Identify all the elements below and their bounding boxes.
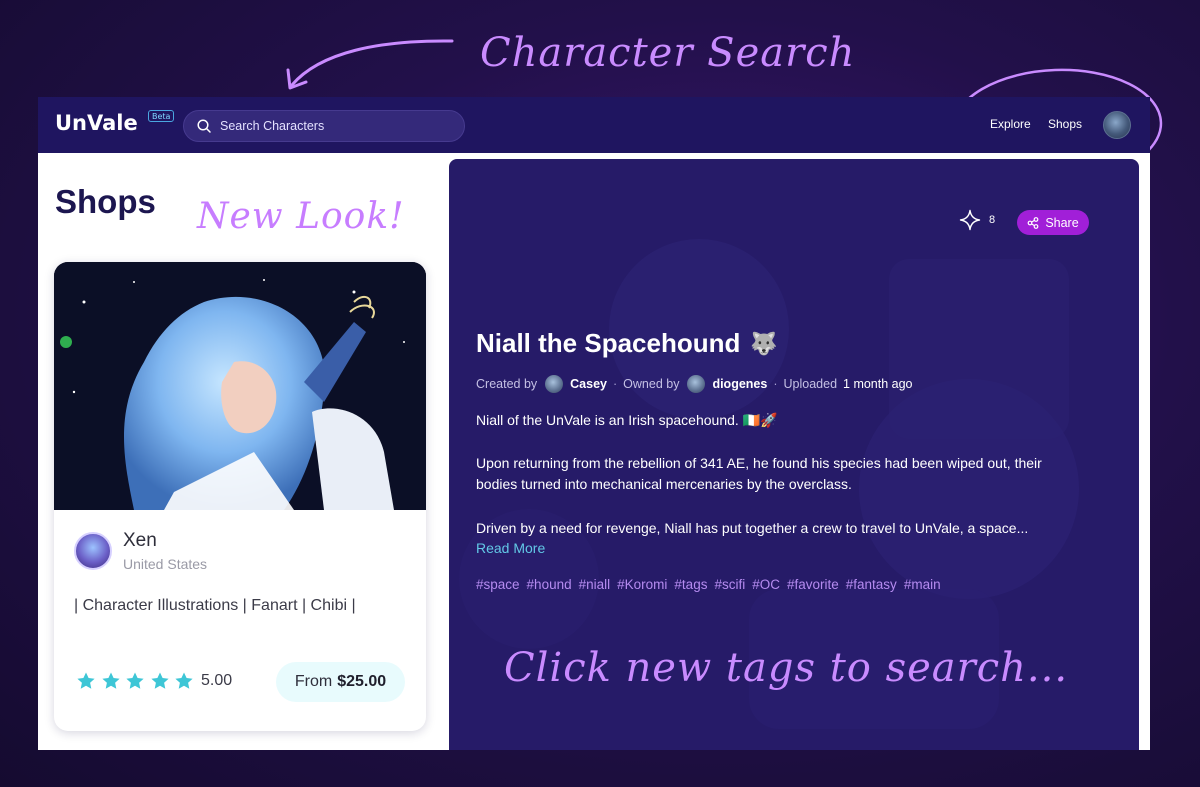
shop-artwork-image: [54, 262, 426, 510]
description-paragraph-3: Driven by a need for revenge, Niall has …: [476, 520, 1029, 536]
share-label: Share: [1045, 215, 1079, 230]
price-pill[interactable]: From $25.00: [276, 662, 405, 702]
shop-owner-location: United States: [123, 556, 208, 572]
user-avatar[interactable]: [1103, 111, 1131, 139]
unvale-logo[interactable]: UnVale: [55, 111, 138, 135]
creator-avatar[interactable]: [545, 375, 564, 393]
wolf-emoji-icon: 🐺: [750, 330, 778, 356]
search-bar[interactable]: [183, 110, 465, 142]
description-paragraph-2: Upon returning from the rebellion of 341…: [476, 455, 1042, 492]
favorite-button[interactable]: 8: [959, 209, 995, 231]
star-icon: [101, 672, 120, 689]
tag-link[interactable]: #niall: [579, 577, 611, 592]
annotation-new-look: New Look!: [197, 196, 405, 237]
rating-stars: 5.00: [76, 671, 232, 691]
owned-by-label: Owned by: [623, 377, 680, 391]
uploaded-label: Uploaded: [783, 377, 838, 391]
tag-link[interactable]: #main: [904, 577, 941, 592]
share-button[interactable]: Share: [1017, 210, 1089, 235]
logo-text: UnVale: [55, 111, 138, 135]
tag-link[interactable]: #OC: [752, 577, 780, 592]
tag-link[interactable]: #Koromi: [617, 577, 667, 592]
tag-link[interactable]: #tags: [674, 577, 707, 592]
description-paragraph-1: Niall of the UnVale is an Irish spacehou…: [476, 412, 778, 428]
annotation-click-tags: Click new tags to search...: [504, 645, 1069, 691]
star-icon: [77, 672, 95, 689]
tag-link[interactable]: #hound: [527, 577, 572, 592]
price-prefix: From: [294, 673, 333, 690]
annotation-character-search: Character Search: [480, 30, 856, 76]
shop-owner-name[interactable]: Xen: [123, 530, 157, 552]
shop-owner-avatar[interactable]: [74, 532, 112, 570]
read-more-link[interactable]: Read More: [476, 540, 545, 556]
separator-dot: ·: [613, 377, 618, 391]
top-navbar: UnVale Beta Explore Shops: [38, 97, 1150, 153]
character-name: Niall the Spacehound: [476, 328, 741, 358]
price-value: $25.00: [337, 673, 387, 690]
tag-link[interactable]: #favorite: [787, 577, 839, 592]
nav-shops-link[interactable]: Shops: [1048, 117, 1082, 131]
uploaded-time: 1 month ago: [843, 377, 913, 391]
beta-badge: Beta: [148, 110, 175, 122]
created-by-label: Created by: [476, 377, 538, 391]
star-icon: [151, 672, 169, 689]
shop-card[interactable]: Xen United States | Character Illustrati…: [54, 262, 426, 731]
sparkle-icon: [959, 209, 981, 231]
tag-link[interactable]: #space: [476, 577, 520, 592]
owner-link[interactable]: diogenes: [712, 377, 767, 391]
rating-value: 5.00: [200, 672, 233, 689]
nav-explore-link[interactable]: Explore: [990, 117, 1031, 131]
tag-link[interactable]: #fantasy: [846, 577, 897, 592]
character-title: Niall the Spacehound 🐺: [476, 328, 778, 359]
owner-avatar[interactable]: [687, 375, 706, 393]
creator-link[interactable]: Casey: [570, 377, 607, 391]
star-icon: [175, 672, 193, 689]
separator-dot: ·: [773, 377, 778, 391]
tag-list: #space #hound #niall #Koromi #tags #scif…: [476, 577, 948, 592]
tag-link[interactable]: #scifi: [714, 577, 745, 592]
share-icon: [1027, 216, 1039, 229]
star-icon: [126, 672, 144, 689]
character-meta: Created by Casey · Owned by diogenes · U…: [476, 375, 913, 393]
shops-panel: Shops Xen United States | Character Illu…: [38, 153, 449, 750]
favorite-count: 8: [989, 214, 996, 226]
search-input[interactable]: [220, 119, 450, 133]
search-icon: [197, 119, 211, 133]
page-title: Shops: [55, 183, 156, 220]
shop-description: | Character Illustrations | Fanart | Chi…: [74, 597, 356, 614]
